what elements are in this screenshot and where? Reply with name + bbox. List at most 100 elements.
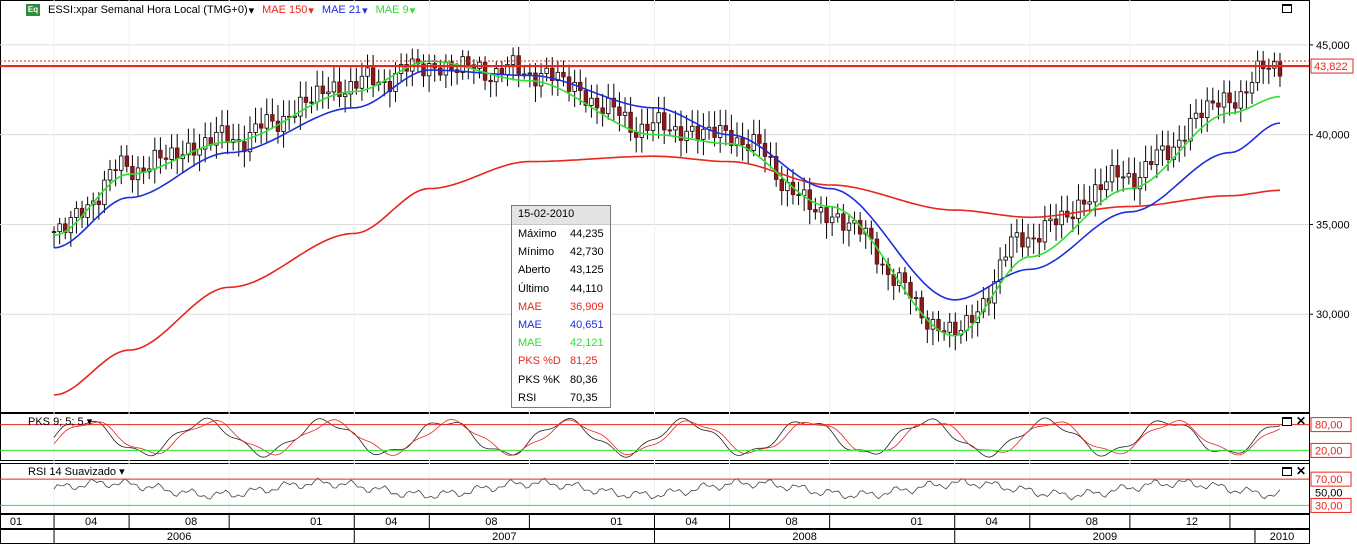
candle-body	[902, 272, 908, 283]
dropdown-arrow-icon: ▾	[308, 4, 314, 17]
candle-body	[874, 238, 880, 265]
rsi-close-icon[interactable]: ✕	[1295, 465, 1307, 477]
candle-body	[1232, 102, 1238, 109]
rsi-level-label: 70,00	[1315, 474, 1343, 486]
rsi-label-text: RSI 14 Suavizado	[28, 466, 117, 478]
stock-chart[interactable]: 45,000 40,000 35,000 30,000 43,822 80,00 20,00…	[0, 0, 1357, 544]
last-value-label: 43,822	[1314, 61, 1348, 73]
tooltip-row: Máximo 44,235	[512, 225, 610, 243]
candle-body	[57, 223, 62, 233]
candle-body	[1244, 91, 1249, 94]
candle-body	[1177, 139, 1182, 148]
candle-body	[1182, 139, 1188, 142]
candle-body	[510, 55, 516, 65]
tooltip-row: RSI 70,35	[512, 389, 610, 407]
candle-body	[1160, 145, 1165, 151]
tooltip-row-value: 81,25	[570, 355, 598, 368]
month-tick-label: 08	[786, 516, 798, 528]
tooltip-row: MAE 36,909	[512, 298, 610, 316]
rsi-maximize-icon[interactable]	[1282, 467, 1292, 476]
mae21-legend[interactable]: MAE 21 ▾	[322, 4, 368, 17]
chart-canvas[interactable]: 45,000 40,000 35,000 30,000 43,822 80,00 20,00…	[0, 0, 1357, 544]
candle-body	[281, 115, 286, 132]
candle-body	[779, 179, 784, 192]
candle-body	[460, 56, 465, 73]
year-tick-label: 2010	[1270, 531, 1294, 543]
candle-body	[102, 179, 107, 205]
candle-body	[1260, 60, 1266, 70]
candle-body	[617, 106, 622, 116]
tooltip-row-label: PKS %D	[518, 355, 561, 368]
candle-body	[1121, 176, 1126, 179]
price-tick-label: 35,000	[1316, 219, 1350, 231]
candle-body	[662, 112, 667, 131]
candle-body	[1014, 232, 1020, 238]
tooltip-row-value: 42,730	[570, 246, 604, 259]
candle-body	[96, 200, 102, 205]
mae21-label: MAE 21	[321, 4, 362, 16]
candle-body	[650, 122, 656, 131]
candle-body	[1143, 161, 1148, 178]
candle-body	[880, 263, 885, 266]
candle-body	[365, 67, 370, 77]
candle-body	[74, 207, 79, 219]
pks-close-icon[interactable]: ✕	[1295, 415, 1307, 427]
candle-body	[1003, 256, 1008, 261]
candle-body	[359, 75, 365, 89]
year-tick-label: 2007	[492, 531, 516, 543]
month-tick-label: 01	[911, 516, 923, 528]
data-tooltip: 15-02-2010 Máximo 44,235 Mínimo 42,730 Abert…	[511, 205, 611, 408]
candle-body	[1149, 161, 1154, 165]
maximize-icon[interactable]	[1282, 4, 1292, 13]
candle-body	[225, 125, 230, 144]
tooltip-row-label: MAE	[518, 319, 542, 332]
candle-body	[1154, 149, 1160, 165]
candle-body	[678, 126, 684, 141]
candle-body	[1272, 61, 1277, 69]
month-tick-label: 04	[685, 516, 697, 528]
mae150-legend[interactable]: MAE 150 ▾	[262, 4, 314, 17]
candle-body	[606, 97, 611, 115]
tooltip-row-label: MAE	[518, 300, 542, 313]
dropdown-arrow-icon: ▾	[119, 466, 125, 478]
candle-body	[309, 101, 314, 104]
candle-body	[191, 142, 197, 156]
candle-body	[1053, 218, 1059, 226]
candle-body	[1205, 100, 1210, 118]
candle-body	[298, 96, 303, 117]
price-tick-label: 40,000	[1316, 130, 1350, 142]
candle-body	[656, 112, 661, 124]
candle-body	[1216, 102, 1221, 108]
candle-body	[796, 194, 801, 196]
instrument-selector[interactable]: ESSI:xpar Semanal Hora Local (TMG+0) ▾	[48, 4, 254, 17]
candle-body	[768, 155, 773, 158]
dropdown-arrow-icon: ▾	[248, 4, 255, 17]
pks-level-label: 20,00	[1315, 445, 1343, 457]
candle-body	[320, 85, 325, 95]
pks-label[interactable]: PKS 9; 5; 5 ▾	[28, 415, 92, 428]
tooltip-row-label: Máximo	[518, 228, 557, 241]
candle-body	[119, 155, 124, 171]
candle-body	[561, 71, 566, 78]
candle-body	[969, 315, 975, 323]
candle-body	[488, 79, 493, 83]
pks-label-text: PKS 9; 5; 5	[28, 416, 84, 428]
instrument-label: ESSI:xpar Semanal Hora Local (TMG+0)	[48, 4, 248, 16]
pks-maximize-icon[interactable]	[1282, 417, 1292, 426]
candle-body	[107, 169, 113, 181]
candle-body	[1070, 216, 1076, 220]
candle-body	[1025, 237, 1031, 248]
rsi-label[interactable]: RSI 14 Suavizado ▾	[28, 465, 125, 478]
month-tick-label: 01	[10, 516, 22, 528]
mae9-legend[interactable]: MAE 9 ▾	[376, 4, 416, 17]
candle-body	[314, 85, 320, 103]
candle-body	[723, 125, 728, 131]
candle-body	[438, 67, 443, 76]
tooltip-date: 15-02-2010	[512, 206, 610, 225]
month-tick-label: 04	[986, 516, 998, 528]
month-tick-label: 12	[1186, 516, 1198, 528]
year-tick-label: 2006	[167, 531, 191, 543]
dropdown-arrow-icon: ▾	[86, 416, 93, 428]
tooltip-row: Último 44,110	[512, 280, 610, 298]
candle-body	[68, 217, 74, 234]
